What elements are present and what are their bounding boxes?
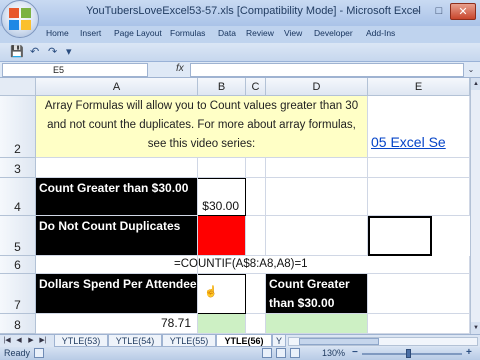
cell-c8[interactable]	[246, 314, 266, 334]
office-button[interactable]	[1, 0, 39, 38]
cell-c5[interactable]	[246, 216, 266, 256]
column-header-b[interactable]: B	[198, 78, 246, 96]
tab-view[interactable]: View	[284, 28, 302, 38]
row-header-2[interactable]: 2	[0, 96, 36, 158]
tab-review[interactable]: Review	[246, 28, 274, 38]
link-cell[interactable]: 05 Excel Se	[368, 96, 470, 158]
row-header-6[interactable]: 6	[0, 256, 36, 274]
status-bar: Ready 130% − +	[0, 347, 480, 360]
insert-function-icon[interactable]: fx	[176, 63, 184, 74]
sheet-tab-ytle-54[interactable]: YTLE(54)	[108, 335, 162, 347]
selected-cell-e5[interactable]	[368, 216, 432, 256]
cell-d7[interactable]: Count Greater than $30.00	[266, 274, 368, 314]
cell-a3[interactable]	[36, 158, 198, 178]
horizontal-scroll-thumb[interactable]	[299, 338, 379, 345]
row-header-7[interactable]: 7	[0, 274, 36, 314]
minimize-button[interactable]: –	[406, 3, 428, 20]
ribbon-tabs: Home Insert Page Layout Formulas Data Re…	[0, 26, 480, 43]
cell-b6[interactable]: =COUNTIF(A$8:A8,A8)=1	[174, 256, 470, 274]
row-header-5[interactable]: 5	[0, 216, 36, 256]
tab-home[interactable]: Home	[46, 28, 69, 38]
cell-c4[interactable]	[246, 178, 266, 216]
formula-input[interactable]	[190, 63, 464, 77]
tab-insert[interactable]: Insert	[80, 28, 101, 38]
select-all-corner[interactable]	[0, 78, 36, 96]
scroll-up-icon[interactable]: ▲	[471, 78, 480, 90]
prev-sheet-icon[interactable]: ◀	[14, 336, 24, 344]
save-icon[interactable]: 💾	[10, 45, 24, 58]
cell-e3[interactable]	[368, 158, 470, 178]
sheet-tab-ytle-55[interactable]: YTLE(55)	[162, 335, 216, 347]
row-header-8[interactable]: 8	[0, 314, 36, 334]
office-logo-icon	[9, 8, 31, 30]
macro-record-icon[interactable]	[34, 348, 44, 358]
note-cell[interactable]: Array Formulas will allow you to Count v…	[36, 96, 368, 158]
formula-text: =COUNTIF(A$8:A8,A8)=1	[174, 258, 308, 270]
close-button[interactable]: ✕	[450, 3, 476, 20]
cell-d4[interactable]	[266, 178, 368, 216]
zoom-out-button[interactable]: −	[352, 347, 358, 358]
cell-c7[interactable]	[246, 274, 266, 314]
tab-page-layout[interactable]: Page Layout	[114, 28, 162, 38]
column-header-d[interactable]: D	[266, 78, 368, 96]
cell-d3[interactable]	[266, 158, 368, 178]
tab-formulas[interactable]: Formulas	[170, 28, 205, 38]
horizontal-scrollbar[interactable]	[288, 337, 478, 346]
video-series-link[interactable]: 05 Excel Se	[371, 134, 446, 150]
cell-a5[interactable]: Do Not Count Duplicates	[36, 216, 198, 256]
redo-icon[interactable]: ↷	[48, 45, 57, 58]
undo-icon[interactable]: ↶	[30, 45, 39, 58]
cell-e4[interactable]	[368, 178, 470, 216]
cell-b7[interactable]: ☝	[198, 274, 246, 314]
cell-a7[interactable]: Dollars Spend Per Attendee	[36, 274, 198, 314]
zoom-slider-track[interactable]	[362, 353, 462, 355]
formula-bar: E5 fx ⌄	[0, 62, 480, 78]
cell-e7[interactable]	[368, 274, 470, 314]
cell-a4[interactable]: Count Greater than $30.00	[36, 178, 198, 216]
first-sheet-icon[interactable]: |◀	[2, 336, 12, 344]
zoom-slider-thumb[interactable]	[406, 349, 411, 358]
cell-b5[interactable]	[198, 216, 246, 256]
cell-e8[interactable]	[368, 314, 470, 334]
page-break-view-icon[interactable]	[290, 348, 300, 358]
tab-data[interactable]: Data	[218, 28, 236, 38]
status-ready: Ready	[4, 348, 31, 358]
maximize-button[interactable]: □	[428, 3, 450, 20]
cell-d5[interactable]	[266, 216, 368, 256]
page-layout-view-icon[interactable]	[276, 348, 286, 358]
column-header-c[interactable]: C	[246, 78, 266, 96]
row-header-3[interactable]: 3	[0, 158, 36, 178]
worksheet-grid[interactable]: A B C D E 2 3 4 5 6 7 8 Array Formulas w…	[0, 78, 470, 334]
cursor-hand-icon: ☝	[204, 286, 218, 298]
vertical-scrollbar[interactable]: ▲ ▼	[470, 78, 480, 334]
name-box[interactable]: E5	[2, 63, 148, 77]
cell-b4[interactable]: $30.00	[198, 178, 246, 216]
tab-developer[interactable]: Developer	[314, 28, 353, 38]
column-header-e[interactable]: E	[368, 78, 470, 96]
sheet-tab-ytle-53[interactable]: YTLE(53)	[54, 335, 108, 347]
last-sheet-icon[interactable]: ▶|	[38, 336, 48, 344]
scroll-down-icon[interactable]: ▼	[471, 322, 480, 334]
sheet-tab-bar: |◀ ◀ ▶ ▶| YTLE(53) YTLE(54) YTLE(55) YTL…	[0, 334, 480, 347]
window-title: YouTubersLoveExcel53-57.xls [Compatibili…	[86, 5, 421, 17]
cell-b8[interactable]	[198, 314, 246, 334]
row-header-4[interactable]: 4	[0, 178, 36, 216]
cell-a8[interactable]: 78.71	[36, 314, 198, 334]
sheet-tab-ytle-56[interactable]: YTLE(56)	[216, 335, 272, 347]
tab-add-ins[interactable]: Add-Ins	[366, 28, 395, 38]
cell-c3[interactable]	[246, 158, 266, 178]
customize-qat-icon[interactable]: ▾	[66, 45, 72, 58]
title-bar: YouTubersLoveExcel53-57.xls [Compatibili…	[0, 0, 480, 38]
sheet-tab-next[interactable]: Y	[272, 335, 286, 347]
cell-d8[interactable]	[266, 314, 368, 334]
normal-view-icon[interactable]	[262, 348, 272, 358]
zoom-level[interactable]: 130%	[322, 348, 345, 358]
expand-formula-bar-icon[interactable]: ⌄	[465, 63, 477, 77]
cell-b3[interactable]	[198, 158, 246, 178]
zoom-in-button[interactable]: +	[466, 347, 472, 358]
quick-access-toolbar: 💾 ↶ ↷ ▾	[0, 43, 480, 62]
next-sheet-icon[interactable]: ▶	[26, 336, 36, 344]
column-header-a[interactable]: A	[36, 78, 198, 96]
